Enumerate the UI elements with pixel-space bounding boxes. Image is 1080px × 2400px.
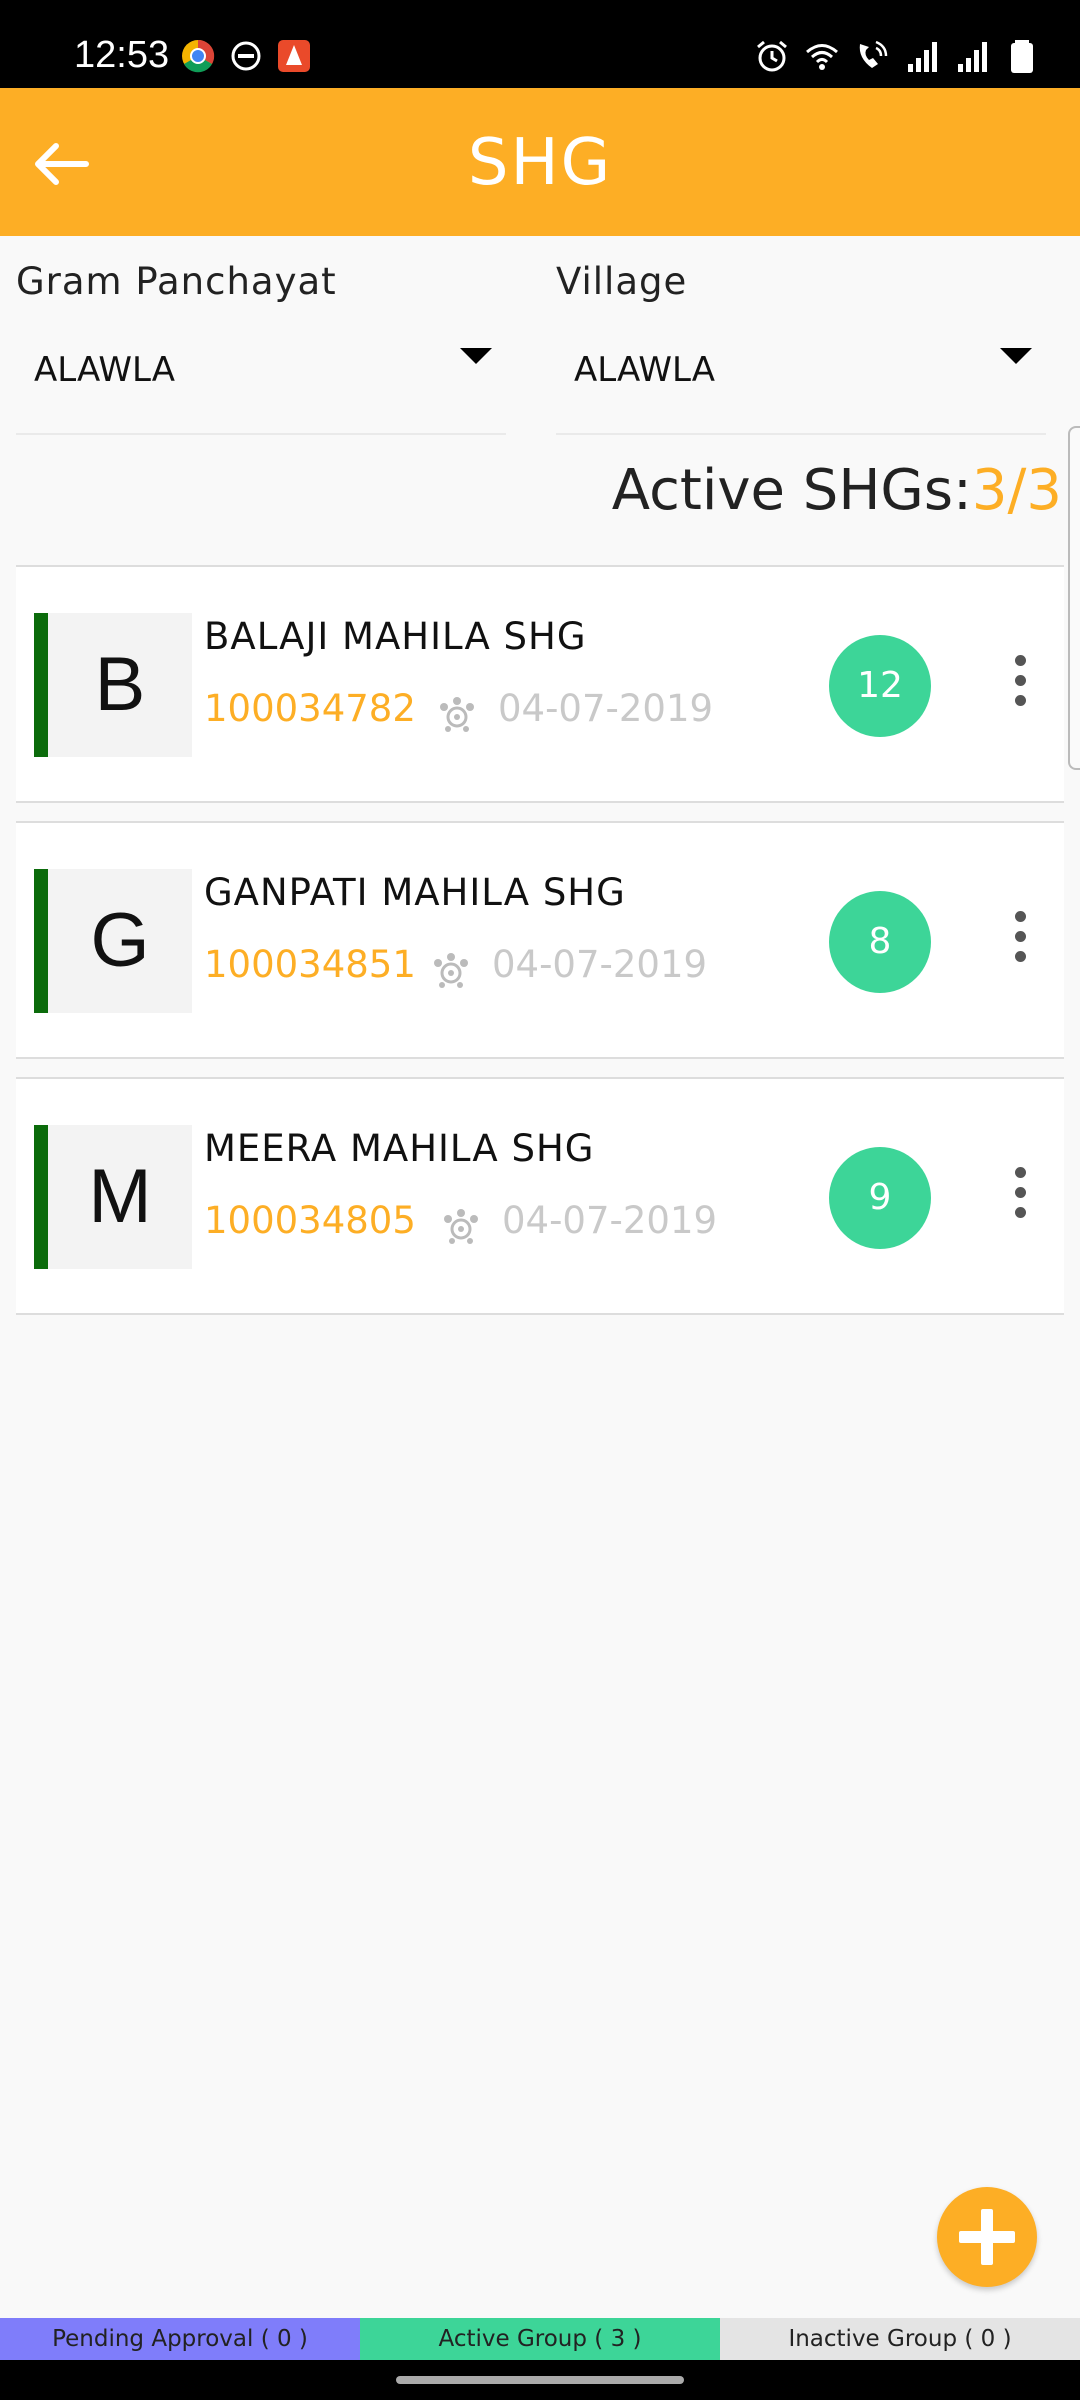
scroll-indicator[interactable] (1068, 426, 1080, 770)
avatar: G (48, 869, 192, 1013)
more-options-icon[interactable] (1008, 655, 1032, 715)
member-count-badge: 9 (829, 1147, 931, 1249)
notification-app-icon (278, 40, 310, 72)
status-bar-indicator (34, 1125, 48, 1269)
member-count-badge: 8 (829, 891, 931, 993)
dropdown-arrow-icon[interactable] (460, 348, 492, 364)
divider (16, 433, 506, 435)
status-bar-indicator (34, 869, 48, 1013)
shg-code: 100034851 (204, 943, 416, 986)
do-not-disturb-icon (231, 41, 261, 71)
village-value[interactable]: ALAWLA (574, 350, 715, 390)
meeting-icon (434, 953, 468, 988)
gram-panchayat-filter[interactable]: Gram Panchayat ALAWLA (16, 260, 506, 435)
chrome-like-app-icon (182, 39, 215, 73)
status-bar-indicator (34, 613, 48, 757)
signal-icon (908, 42, 937, 72)
shg-date: 04-07-2019 (498, 687, 714, 730)
village-label: Village (556, 260, 688, 303)
system-nav-bar (0, 2360, 1080, 2400)
member-count-badge: 12 (829, 635, 931, 737)
gram-panchayat-label: Gram Panchayat (16, 260, 337, 303)
dropdown-arrow-icon[interactable] (1000, 348, 1032, 364)
page-title: SHG (467, 126, 613, 200)
shg-code: 100034805 (204, 1199, 416, 1242)
divider (556, 433, 1046, 435)
shg-date: 04-07-2019 (502, 1199, 718, 1242)
tab-pending-approval[interactable]: Pending Approval ( 0 ) (0, 2318, 360, 2360)
wifi-call-icon (859, 40, 888, 68)
shg-card[interactable]: B BALAJI MAHILA SHG 100034782 04-07-2019… (16, 565, 1064, 803)
active-shgs-count: 3/3 (971, 458, 1062, 523)
tab-active-group[interactable]: Active Group ( 3 ) (360, 2318, 720, 2360)
avatar: M (48, 1125, 192, 1269)
shg-code: 100034782 (204, 687, 416, 730)
shg-date: 04-07-2019 (492, 943, 708, 986)
app-bar: SHG (0, 88, 1080, 236)
shg-list: B BALAJI MAHILA SHG 100034782 04-07-2019… (16, 565, 1064, 1333)
avatar: B (48, 613, 192, 757)
active-shgs-summary: Active SHGs:3/3 (612, 458, 1062, 523)
meeting-icon (440, 697, 474, 732)
shg-name: MEERA MAHILA SHG (204, 1127, 595, 1170)
more-options-icon[interactable] (1008, 1167, 1032, 1227)
shg-name: GANPATI MAHILA SHG (204, 871, 626, 914)
home-gesture-handle[interactable] (396, 2376, 684, 2384)
meeting-icon (444, 1209, 478, 1244)
signal-roaming-icon (958, 42, 987, 72)
battery-icon (1011, 40, 1033, 73)
shg-card[interactable]: M MEERA MAHILA SHG 100034805 04-07-2019 … (16, 1077, 1064, 1315)
status-bar: 12:53 (0, 0, 1080, 88)
status-left-icons (180, 38, 312, 74)
more-options-icon[interactable] (1008, 911, 1032, 971)
status-right-icons (754, 38, 1040, 74)
tab-inactive-group[interactable]: Inactive Group ( 0 ) (720, 2318, 1080, 2360)
alarm-icon (757, 40, 787, 72)
village-filter[interactable]: Village ALAWLA (556, 260, 1046, 435)
active-shgs-label: Active SHGs: (611, 458, 972, 523)
shg-card[interactable]: G GANPATI MAHILA SHG 100034851 04-07-201… (16, 821, 1064, 1059)
wifi-icon (806, 44, 838, 70)
status-time: 12:53 (74, 34, 170, 76)
shg-name: BALAJI MAHILA SHG (204, 615, 587, 658)
bottom-tabs: Pending Approval ( 0 ) Active Group ( 3 … (0, 2318, 1080, 2360)
add-shg-button[interactable] (937, 2187, 1037, 2287)
gram-panchayat-value[interactable]: ALAWLA (34, 350, 175, 390)
